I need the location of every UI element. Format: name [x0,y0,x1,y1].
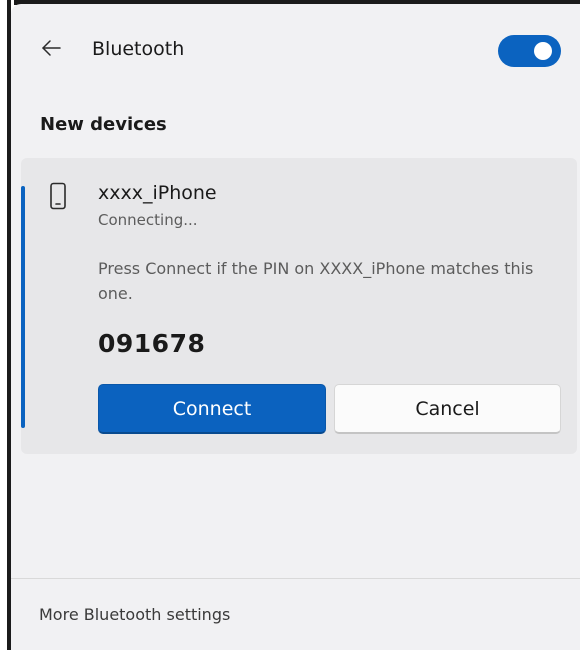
selection-accent-bar [21,186,25,428]
device-pairing-card: xxxx_iPhone Connecting... Press Connect … [21,158,577,454]
pairing-pin: 091678 [98,329,206,358]
panel-header: Bluetooth [11,4,580,96]
cancel-button[interactable]: Cancel [334,384,561,434]
bluetooth-flyout-window: Bluetooth New devices xxxx_iPhone Connec… [0,0,580,650]
bluetooth-toggle[interactable] [498,35,561,67]
section-heading-new-devices: New devices [40,114,167,135]
pin-confirmation-prompt: Press Connect if the PIN on XXXX_iPhone … [98,259,534,303]
device-name: xxxx_iPhone [98,182,217,204]
page-title: Bluetooth [92,38,185,60]
arrow-left-icon[interactable] [40,37,62,59]
bluetooth-panel: Bluetooth New devices xxxx_iPhone Connec… [11,4,580,650]
footer-divider [11,578,580,579]
device-status: Connecting... [98,211,198,229]
phone-icon [50,182,66,210]
connect-button[interactable]: Connect [98,384,326,434]
more-bluetooth-settings-link[interactable]: More Bluetooth settings [39,605,230,624]
toggle-knob [534,42,552,60]
